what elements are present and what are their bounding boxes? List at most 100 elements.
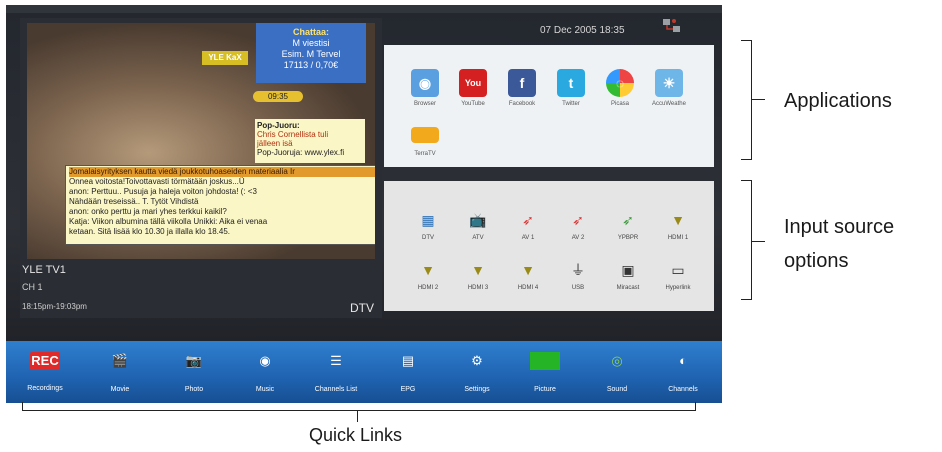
quicklink-channels-list[interactable]: ☰ Channels List <box>301 341 371 393</box>
tv-icon: 📺 <box>469 212 487 228</box>
channel-name: YLE TV1 <box>22 264 66 276</box>
source-label: Hyperlink <box>665 285 691 291</box>
chat-line: Katja: Viikon albumina tällä viikolla Un… <box>69 217 268 226</box>
network-icon <box>663 19 680 32</box>
dtv-icon: ▦ <box>421 212 435 228</box>
satellite-dish-icon: ◐ <box>679 353 687 368</box>
quicklink-recordings[interactable]: REC Recordings <box>10 341 80 392</box>
hdmi-icon: ▼ <box>671 212 685 228</box>
source-hdmi3[interactable]: ▼ HDMI 3 <box>454 259 502 291</box>
quicklink-settings[interactable]: ⚙ Settings <box>442 341 512 393</box>
app-label: Facebook <box>508 101 536 107</box>
datetime: 07 Dec 2005 18:35 <box>540 25 625 36</box>
quicklink-label: Channels List <box>314 386 358 393</box>
quick-links-bracket-tick <box>357 410 358 422</box>
quicklink-channels[interactable]: ◐ Channels <box>648 341 718 393</box>
ypbpr-cable-icon: ➶ <box>622 212 634 228</box>
miracast-icon: ▣ <box>621 262 635 278</box>
quick-links-annotation: Quick Links <box>309 425 403 445</box>
chat-line: Onnea voitosta!Toivottavasti törmätään j… <box>69 177 245 186</box>
source-label: Miracast <box>616 285 640 291</box>
source-type-label: DTV <box>350 301 374 315</box>
app-youtube[interactable]: You YouTube <box>448 69 498 107</box>
app-label: TerraTV <box>414 151 436 157</box>
source-miracast[interactable]: ▣ Miracast <box>604 259 652 291</box>
app-terratv[interactable]: TerraTV <box>400 121 450 157</box>
chat-promo-line: Esim. M Tervel <box>281 49 341 59</box>
live-video: YLE KaX Chattaa: M viestisi Esim. M Terv… <box>27 23 375 259</box>
channels-list-icon: ☰ <box>330 353 342 368</box>
pop-line: jälleen isä <box>257 139 293 148</box>
picasa-icon: ◌ <box>606 69 634 97</box>
source-av1[interactable]: ➶ AV 1 <box>504 209 552 241</box>
source-dtv[interactable]: ▦ DTV <box>404 209 452 241</box>
tv-screen: 07 Dec 2005 18:35 YLE KaX Chattaa: M vie… <box>6 5 722 403</box>
pop-title: Pop-Juoru: <box>257 121 300 130</box>
input-sources-panel: ▦ DTV 📺 ATV ➶ AV 1 ➶ AV 2 ➶ YPBPR ▼ HDMI… <box>384 181 714 311</box>
hdmi-icon: ▼ <box>471 262 485 278</box>
app-twitter[interactable]: t Twitter <box>546 69 596 107</box>
app-label: Picasa <box>610 101 629 107</box>
source-ypbpr[interactable]: ➶ YPBPR <box>604 209 652 241</box>
quicklink-sound[interactable]: ◎ Sound <box>582 341 652 393</box>
inputs-bracket <box>741 180 752 300</box>
chat-line: Nähdään treseissä.. T. Tytöt Vihdistä <box>69 197 199 206</box>
quicklink-music[interactable]: ◉ Music <box>230 341 300 393</box>
quicklink-label: Movie <box>110 386 130 393</box>
source-label: HDMI 3 <box>467 285 489 291</box>
chat-line: ketaan. Sitä lisää klo 10.30 ja illalla … <box>69 227 230 236</box>
source-label: HDMI 2 <box>417 285 439 291</box>
app-label: Twitter <box>562 101 580 107</box>
app-facebook[interactable]: f Facebook <box>497 69 547 107</box>
source-usb[interactable]: ⏚ USB <box>554 259 602 291</box>
chat-promo-title: Chattaa: <box>292 27 329 37</box>
quick-links-bracket <box>22 402 696 411</box>
app-label: AccuWeathe <box>652 101 686 107</box>
quicklink-label: Sound <box>606 386 628 393</box>
source-av2[interactable]: ➶ AV 2 <box>554 209 602 241</box>
quicklink-movie[interactable]: 🎬 Movie <box>85 341 155 393</box>
hdmi-icon: ▼ <box>421 262 435 278</box>
chat-promo-box: Chattaa: M viestisi Esim. M Tervel 17113… <box>256 23 366 83</box>
tv-top-strip <box>6 5 722 13</box>
quicklink-epg[interactable]: ▤ EPG <box>373 341 443 393</box>
quicklink-photo[interactable]: 📷 Photo <box>159 341 229 393</box>
app-picasa[interactable]: ◌ Picasa <box>595 69 645 107</box>
input-source-annotation-line2: options <box>784 250 849 272</box>
chat-promo-line: M viestisi <box>292 38 330 48</box>
source-label: AV 2 <box>571 235 585 241</box>
source-atv[interactable]: 📺 ATV <box>454 209 502 241</box>
quicklink-picture[interactable]: Picture <box>510 341 580 393</box>
hdmi-icon: ▼ <box>521 262 535 278</box>
facebook-icon: f <box>508 69 536 97</box>
source-label: USB <box>571 285 585 291</box>
music-disc-icon: ◉ <box>259 353 271 368</box>
applications-annotation: Applications <box>784 90 892 112</box>
source-hdmi4[interactable]: ▼ HDMI 4 <box>504 259 552 291</box>
speaker-icon: ◎ <box>611 353 623 368</box>
source-label: YPBPR <box>617 235 639 241</box>
channel-number: CH 1 <box>22 282 43 292</box>
quicklink-label: Photo <box>184 386 204 393</box>
program-time-range: 18:15pm-19:03pm <box>22 302 87 311</box>
chat-line: anon: onko perttu ja mari yhes terkkui k… <box>69 207 227 216</box>
channel-preview[interactable]: YLE KaX Chattaa: M viestisi Esim. M Terv… <box>20 18 382 318</box>
quicklink-label: Channels <box>668 386 698 393</box>
source-hdmi2[interactable]: ▼ HDMI 2 <box>404 259 452 291</box>
applications-panel: ◉ Browser You YouTube f Facebook t Twitt… <box>384 45 714 167</box>
source-label: HDMI 4 <box>517 285 539 291</box>
camera-icon: 📷 <box>185 353 203 368</box>
chat-ticker: Jomalaisyrityksen kautta viedä joukkotuh… <box>65 165 375 245</box>
source-label: HDMI 1 <box>667 235 689 241</box>
usb-icon: ⏚ <box>571 262 585 278</box>
chat-line: Jomalaisyrityksen kautta viedä joukkotuh… <box>69 167 375 177</box>
gear-icon: ⚙ <box>471 353 483 368</box>
source-hyperlink[interactable]: ▭ Hyperlink <box>654 259 702 291</box>
app-label: Browser <box>413 101 436 107</box>
app-accuweather[interactable]: ☀ AccuWeathe <box>644 69 694 107</box>
source-hdmi1[interactable]: ▼ HDMI 1 <box>654 209 702 241</box>
av-cable-icon: ➶ <box>572 212 584 228</box>
app-browser[interactable]: ◉ Browser <box>400 69 450 107</box>
source-label: AV 1 <box>521 235 535 241</box>
epg-icon: ▤ <box>401 353 415 368</box>
